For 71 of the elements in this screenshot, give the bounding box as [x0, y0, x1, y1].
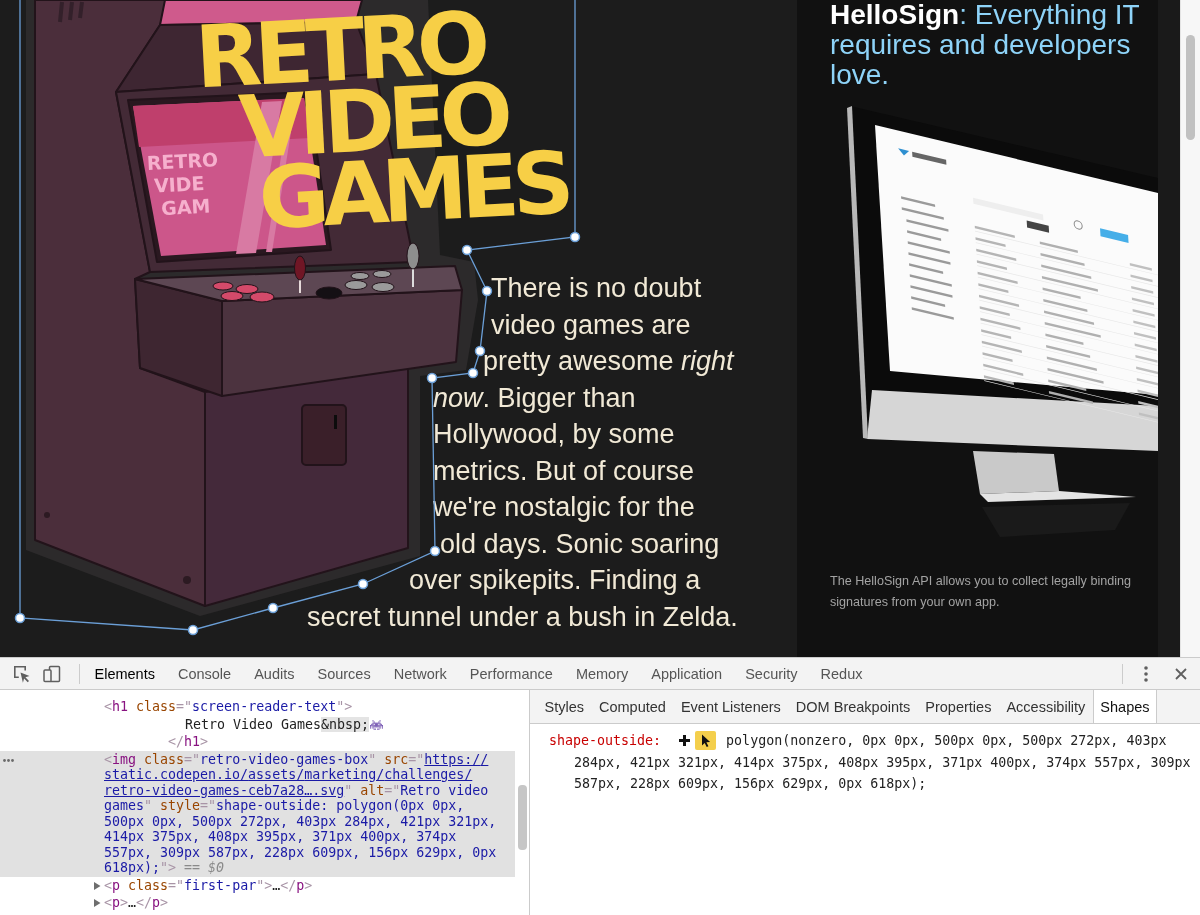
expand-triangle-icon[interactable]	[93, 899, 101, 907]
panel-tab[interactable]: Security	[733, 658, 810, 689]
sidebar-tab[interactable]: Computed	[591, 690, 674, 723]
text-line: pretty awesome right	[483, 346, 734, 376]
more-menu-icon[interactable]	[1144, 665, 1148, 682]
shape-handle[interactable]	[467, 367, 479, 379]
panel-tab[interactable]: Network	[382, 658, 459, 689]
close-icon[interactable]	[1175, 667, 1187, 680]
shape-handle[interactable]	[267, 602, 279, 614]
text-line: over spikepits. Finding a	[409, 565, 701, 595]
phone-tablet-icon[interactable]	[42, 663, 62, 684]
css-declaration[interactable]: shape-outside: polygon(nonzero, 0px 0px, 500px 0px, 500px 272px, 403px 284px, 421px 321px, 414px 375px, 408px 395px, 371px 400px, 374px 557px, 309px 587px, 228px 609px, 156px 629px, 0px 618px);	[549, 730, 1196, 795]
dom-node[interactable]: Retro Video Games&nbsp;	[185, 716, 384, 732]
panel-tab[interactable]: Memory	[564, 658, 640, 689]
dom-node[interactable]: <p>…</p>	[104, 895, 169, 911]
cursor-in-box-icon[interactable]	[12, 663, 32, 684]
screw	[183, 576, 191, 584]
shape-handle[interactable]	[569, 231, 581, 243]
space-invader-icon	[370, 719, 384, 730]
arcade-key	[372, 270, 392, 278]
text-line: Hollywood, by some	[433, 419, 675, 449]
sidebar-tab[interactable]: Shapes	[1092, 690, 1158, 723]
panel-tab[interactable]: Sources	[305, 658, 383, 689]
sidebar-tab[interactable]: Properties	[917, 690, 999, 723]
joystick	[294, 255, 306, 294]
closing-tag[interactable]: </h1>	[168, 734, 209, 750]
plus-icon[interactable]	[679, 735, 691, 746]
screen-text: RETRO VIDE GAM	[146, 148, 220, 221]
text-line: metrics. But of course	[433, 455, 695, 486]
scrollbar-thumb[interactable]	[1186, 35, 1195, 140]
arcade-key	[212, 281, 234, 291]
dom-node[interactable]: <img class="retro-video-games-box" src="https://static.codepen.io/assets/marketing/challenges/retro-video-games-ceb7a28….svg" alt="Retro video games" style="shape-outside: polygon(0px 0px, 500px 0px, 500px 272px, 403px 284px, 421px 321px, 414px 375px, 408px 395px, 371px 400px, 374px 557px, 309px 587px, 228px 609px, 156px 629px, 0px 618px);"> == $0	[104, 751, 505, 876]
shape-handle[interactable]	[474, 345, 486, 357]
shape-handle[interactable]	[481, 285, 493, 297]
text-line: There is no doubt	[491, 273, 702, 303]
sidebar-tab[interactable]: Accessibility	[998, 690, 1093, 723]
text-line: now. Bigger than	[433, 382, 636, 413]
joystick	[406, 242, 420, 288]
expand-triangle-icon[interactable]	[93, 881, 101, 890]
shape-handle[interactable]	[461, 244, 473, 256]
panel-tab[interactable]: Console	[166, 658, 243, 689]
coin-slot	[301, 404, 347, 466]
arcade-key	[344, 280, 368, 290]
sidebar-tab[interactable]: Event Listeners	[673, 690, 789, 723]
text-line: old days. Sonic soaring	[440, 528, 720, 559]
panel-tab[interactable]: Application	[639, 658, 734, 689]
dom-node[interactable]: <p class="first-par">…</p>	[104, 877, 313, 893]
horizontal-dots-icon[interactable]	[3, 758, 14, 762]
arcade-key	[371, 282, 395, 292]
trackball	[315, 286, 343, 300]
sidebar-tab[interactable]: Styles	[537, 690, 592, 723]
arcade-key	[220, 291, 244, 301]
scrollbar-thumb[interactable]	[518, 785, 527, 850]
promo-heading: HelloSign: Everything IT requires and developers love.	[830, 0, 1141, 90]
shape-handle[interactable]	[426, 372, 438, 384]
dom-node[interactable]: <h1 class="screen-reader-text">	[104, 699, 353, 715]
text-line: secret tunnel under a bush in Zelda.	[307, 601, 738, 632]
screw	[44, 512, 50, 518]
text-line: video games are	[491, 309, 691, 340]
shape-handle[interactable]	[357, 578, 369, 590]
shape-handle[interactable]	[187, 624, 199, 636]
shape-handle[interactable]	[429, 545, 441, 557]
panel-tab[interactable]: Elements	[83, 658, 167, 689]
panel-tab[interactable]: Performance	[458, 658, 565, 689]
panel-tab[interactable]: Redux	[809, 658, 874, 689]
arcade-key	[249, 291, 275, 303]
arcade-key	[235, 284, 259, 294]
sidebar-tab[interactable]: DOM Breakpoints	[788, 690, 918, 723]
panel-tab[interactable]: Audits	[242, 658, 306, 689]
promo-caption: The HelloSign API allows you to collect legally binding signatures from your own app.	[830, 573, 1133, 611]
shape-handle[interactable]	[14, 612, 26, 624]
